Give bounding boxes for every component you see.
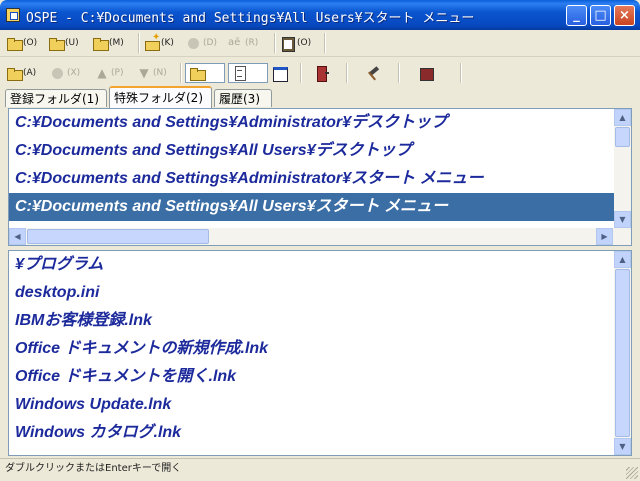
move-folder-key: (M) [109,38,124,48]
folder-list-vertical-scrollbar[interactable]: ▲ ▼ [614,109,631,228]
move-up-key: (P) [111,68,124,78]
tab-history[interactable]: 履歴(3) [214,89,272,107]
toolbar-separator [346,63,348,83]
paste-button[interactable]: (O) [280,34,311,52]
file-item[interactable]: desktop.ini [9,279,615,307]
window-icon [272,65,288,82]
close-button[interactable]: × [614,5,635,26]
folder-icon [189,65,206,81]
toolbar-separator [180,63,182,83]
open-key: (A) [23,68,37,78]
scroll-thumb[interactable] [27,229,209,244]
folder-list-horizontal-scrollbar[interactable]: ◀ ▶ [9,228,631,245]
file-item[interactable]: Office ドキュメントの新規作成.lnk [9,335,615,363]
file-item[interactable]: ¥プログラム [9,251,615,279]
app-icon[interactable] [6,8,20,22]
remove-button[interactable]: (X) [50,64,80,82]
status-bar: ダブルクリックまたはEnterキーで開く [0,458,640,481]
toolbar-separator [274,33,276,53]
remove-icon [50,65,66,81]
tab-registered-folders[interactable]: 登録フォルダ(1) [5,89,107,107]
open-folder-key: (O) [23,38,38,48]
remove-key: (X) [67,68,81,78]
open-folder-icon [6,35,23,51]
toolbar-separator [460,63,462,83]
open-icon [6,65,23,81]
window-button[interactable] [272,64,289,82]
scroll-up-icon[interactable]: ▲ [614,109,631,126]
new-folder-icon [144,32,160,51]
document-icon [232,65,248,81]
exit-button[interactable] [314,64,331,82]
open-folder-button[interactable]: (O) [6,34,37,52]
new-folder-key: (K) [161,38,174,48]
scroll-thumb[interactable] [615,127,630,147]
toolbar-separator [398,63,400,83]
up-folder-icon [48,35,65,51]
folder-item[interactable]: C:¥Documents and Settings¥All Users¥デスクト… [9,137,615,165]
open-button[interactable]: (A) [6,64,36,82]
settings-icon [418,65,434,81]
scroll-up-icon[interactable]: ▲ [614,251,631,268]
folder-list-items: C:¥Documents and Settings¥Administrator¥… [9,109,615,221]
file-item[interactable]: IBMお客様登録.lnk [9,307,615,335]
toolbar-separator [300,63,302,83]
move-folder-icon [92,35,109,51]
secondary-toolbar: (A) (X) ▲ (P) ▼ (N) [0,60,640,86]
folder-item[interactable]: C:¥Documents and Settings¥Administrator¥… [9,109,615,137]
resize-grip-icon[interactable] [626,467,638,479]
move-down-button[interactable]: ▼ (N) [136,64,167,82]
scroll-right-icon[interactable]: ▶ [596,228,613,245]
delete-key: (D) [203,38,217,48]
new-folder-button[interactable]: (K) [144,32,174,52]
maximize-button[interactable]: □ [590,5,611,26]
move-up-button[interactable]: ▲ (P) [94,64,123,82]
folder-view-button[interactable] [185,63,225,83]
folder-item-selected[interactable]: C:¥Documents and Settings¥All Users¥スタート… [9,193,615,221]
minimize-button[interactable]: _ [566,5,587,26]
main-toolbar: (O) (U) (M) (K) (D) aĕ (R) (O) [0,30,640,57]
title-bar[interactable]: OSPE - C:¥Documents and Settings¥All Use… [0,0,640,30]
paste-key: (O) [297,38,312,48]
tab-special-folders[interactable]: 特殊フォルダ(2) [109,86,212,108]
delete-icon [186,35,202,51]
settings-button[interactable] [418,64,435,82]
file-view-button[interactable] [228,63,268,83]
file-list[interactable]: ¥プログラム desktop.ini IBMお客様登録.lnk Office ド… [8,250,632,456]
exit-door-icon [314,65,330,82]
toolbar-separator [138,33,140,53]
rename-icon: aĕ [228,37,241,48]
rename-button[interactable]: aĕ (R) [228,34,258,52]
toolbar-separator [324,33,326,53]
folder-list[interactable]: C:¥Documents and Settings¥Administrator¥… [8,108,632,246]
rename-key: (R) [245,38,259,48]
file-item[interactable]: Office ドキュメントを開く.lnk [9,363,615,391]
move-down-key: (N) [153,68,167,78]
up-folder-key: (U) [65,38,79,48]
up-folder-button[interactable]: (U) [48,34,79,52]
down-arrow-icon: ▼ [139,66,149,80]
scroll-down-icon[interactable]: ▼ [614,438,631,455]
file-list-vertical-scrollbar[interactable]: ▲ ▼ [614,251,631,455]
hammer-icon [366,65,382,81]
app-window: OSPE - C:¥Documents and Settings¥All Use… [0,0,640,480]
scroll-thumb[interactable] [615,269,630,437]
tools-button[interactable] [366,64,383,82]
window-title: OSPE - C:¥Documents and Settings¥All Use… [26,11,475,26]
file-item[interactable]: Windows Update.lnk [9,391,615,419]
scroll-left-icon[interactable]: ◀ [9,228,26,245]
delete-button[interactable]: (D) [186,34,217,52]
folder-item[interactable]: C:¥Documents and Settings¥Administrator¥… [9,165,615,193]
status-text: ダブルクリックまたはEnterキーで開く [5,463,182,474]
file-item[interactable]: Windows カタログ.lnk [9,419,615,447]
move-folder-button[interactable]: (M) [92,34,124,52]
scroll-down-icon[interactable]: ▼ [614,211,631,228]
paste-icon [280,35,296,52]
up-arrow-icon: ▲ [97,66,107,80]
file-list-items: ¥プログラム desktop.ini IBMお客様登録.lnk Office ド… [9,251,615,447]
